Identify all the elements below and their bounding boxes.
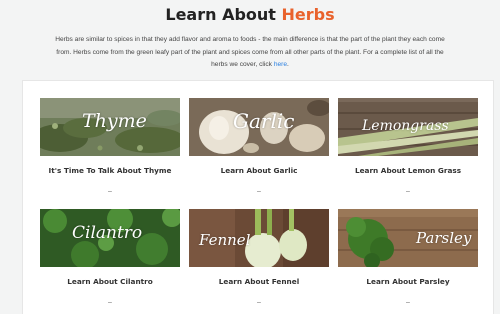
herb-card-fennel[interactable]: Fennel Learn About Fennel –: [189, 209, 329, 306]
card-title[interactable]: Learn About Garlic: [189, 166, 329, 175]
card-separator: –: [108, 299, 112, 306]
card-separator: –: [406, 188, 410, 195]
herb-card-thyme[interactable]: Thyme It's Time To Talk About Thyme –: [40, 98, 180, 195]
herb-cards-panel: Thyme It's Time To Talk About Thyme – Ga…: [22, 80, 494, 314]
card-title[interactable]: Learn About Fennel: [189, 277, 329, 286]
thyme-image-label: Thyme: [82, 110, 147, 132]
herbs-list-link[interactable]: here: [274, 61, 287, 68]
thyme-image[interactable]: Thyme: [40, 98, 180, 156]
card-title[interactable]: Learn About Lemon Grass: [338, 166, 478, 175]
page-header: Learn About Herbs Herbs are similar to s…: [0, 0, 500, 72]
page-title: Learn About Herbs: [0, 4, 500, 26]
fennel-image[interactable]: Fennel: [189, 209, 329, 267]
herb-card-garlic[interactable]: Garlic Learn About Garlic –: [189, 98, 329, 195]
page-title-prefix: Learn About: [165, 5, 276, 24]
card-separator: –: [406, 299, 410, 306]
card-title[interactable]: Learn About Cilantro: [40, 277, 180, 286]
herb-card-lemongrass[interactable]: Lemongrass Learn About Lemon Grass –: [338, 98, 478, 195]
garlic-image[interactable]: Garlic: [189, 98, 329, 156]
parsley-image-label: Parsley: [416, 229, 472, 247]
herb-card-parsley[interactable]: Parsley Learn About Parsley –: [338, 209, 478, 306]
lemongrass-image-label: Lemongrass: [362, 118, 449, 134]
cilantro-image-label: Cilantro: [72, 223, 143, 243]
cilantro-image[interactable]: Cilantro: [40, 209, 180, 267]
card-title[interactable]: It's Time To Talk About Thyme: [40, 166, 180, 175]
parsley-image[interactable]: Parsley: [338, 209, 478, 267]
fennel-image-label: Fennel: [199, 231, 251, 249]
intro-text: Herbs are similar to spices in that they…: [55, 36, 445, 68]
page-title-accent: Herbs: [281, 5, 335, 24]
garlic-image-label: Garlic: [233, 109, 295, 133]
intro-end: .: [287, 61, 289, 68]
card-separator: –: [257, 299, 261, 306]
herb-card-cilantro[interactable]: Cilantro Learn About Cilantro –: [40, 209, 180, 306]
intro-paragraph: Herbs are similar to spices in that they…: [50, 34, 450, 72]
card-separator: –: [108, 188, 112, 195]
lemongrass-image[interactable]: Lemongrass: [338, 98, 478, 156]
card-separator: –: [257, 188, 261, 195]
card-title[interactable]: Learn About Parsley: [338, 277, 478, 286]
